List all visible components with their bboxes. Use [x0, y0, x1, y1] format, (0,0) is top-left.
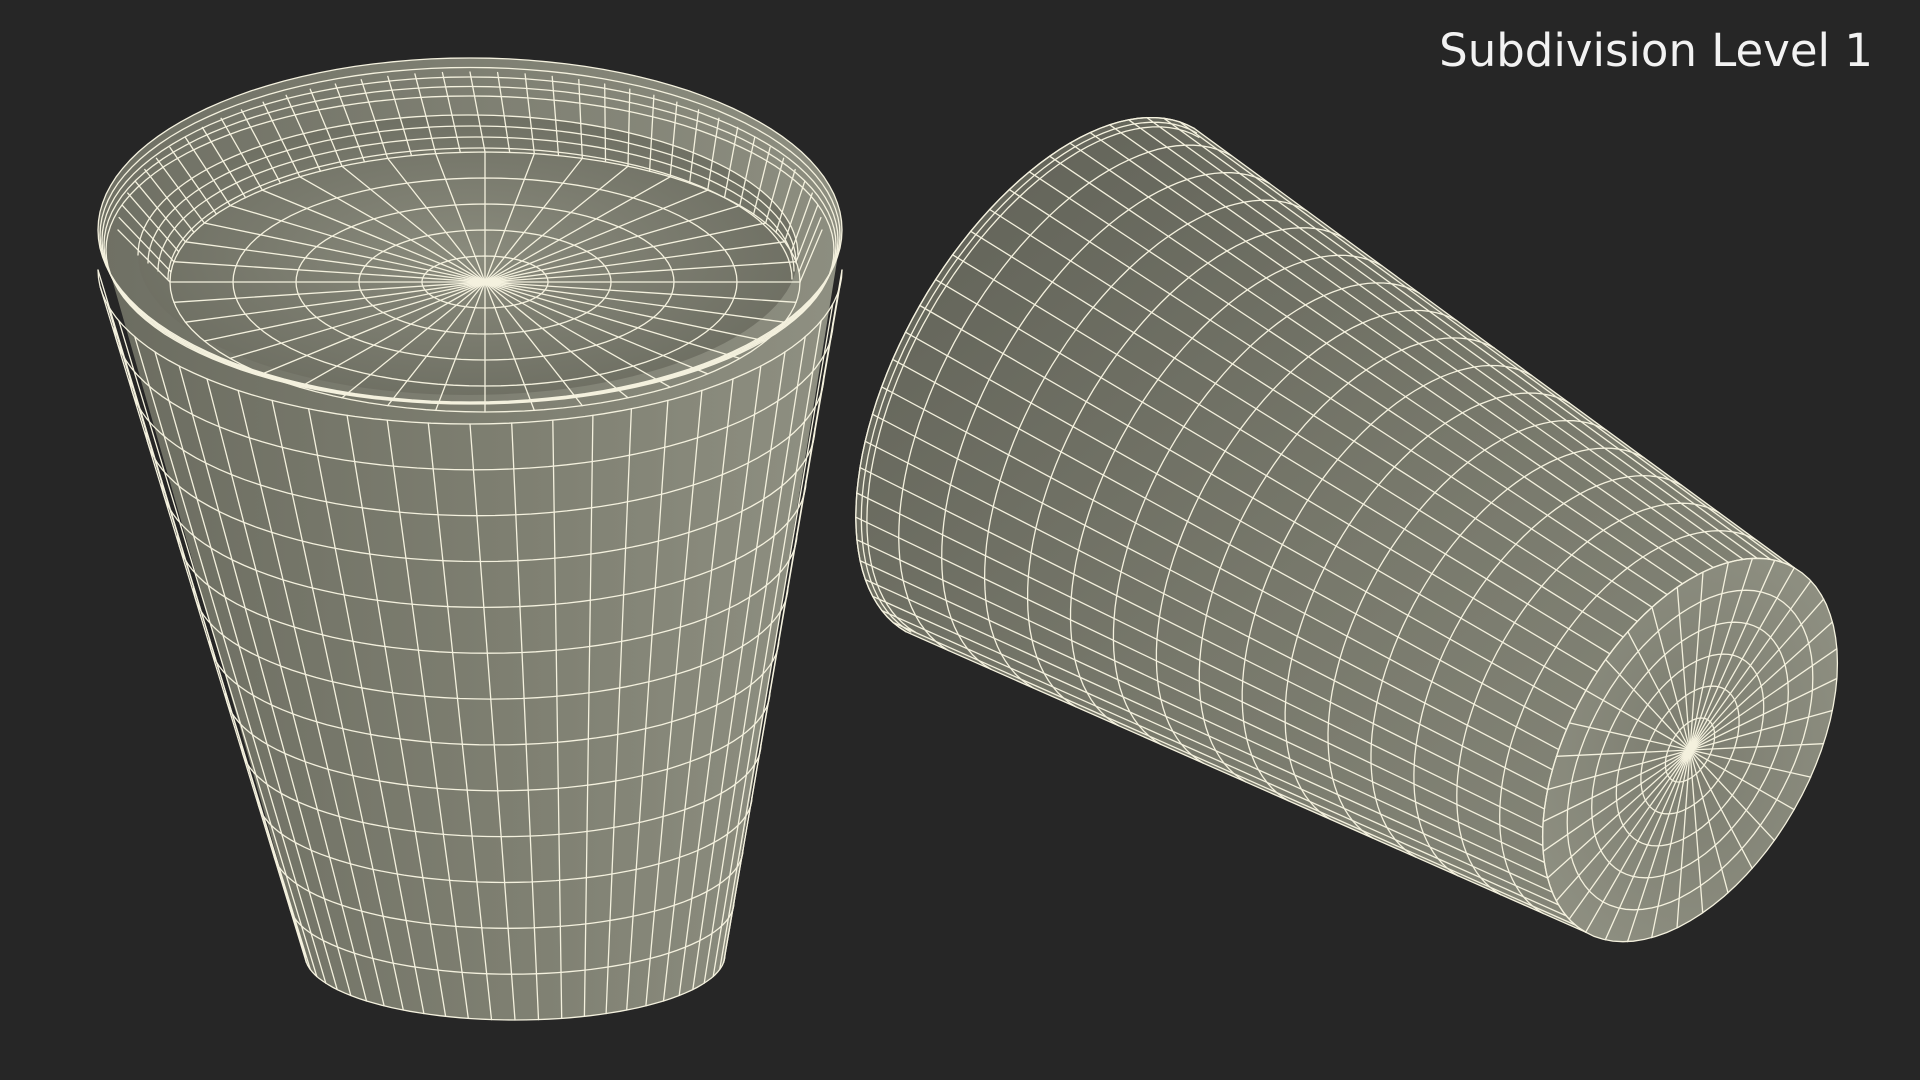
viewport	[97, 57, 1839, 1021]
cup-upright-mesh	[97, 57, 843, 1021]
mesh-wire	[604, 83, 607, 163]
subdivision-level-caption: Subdivision Level 1	[1439, 24, 1873, 77]
cup-upright-inner-bottom	[138, 115, 798, 395]
cup-tilted-mesh	[855, 116, 1839, 943]
